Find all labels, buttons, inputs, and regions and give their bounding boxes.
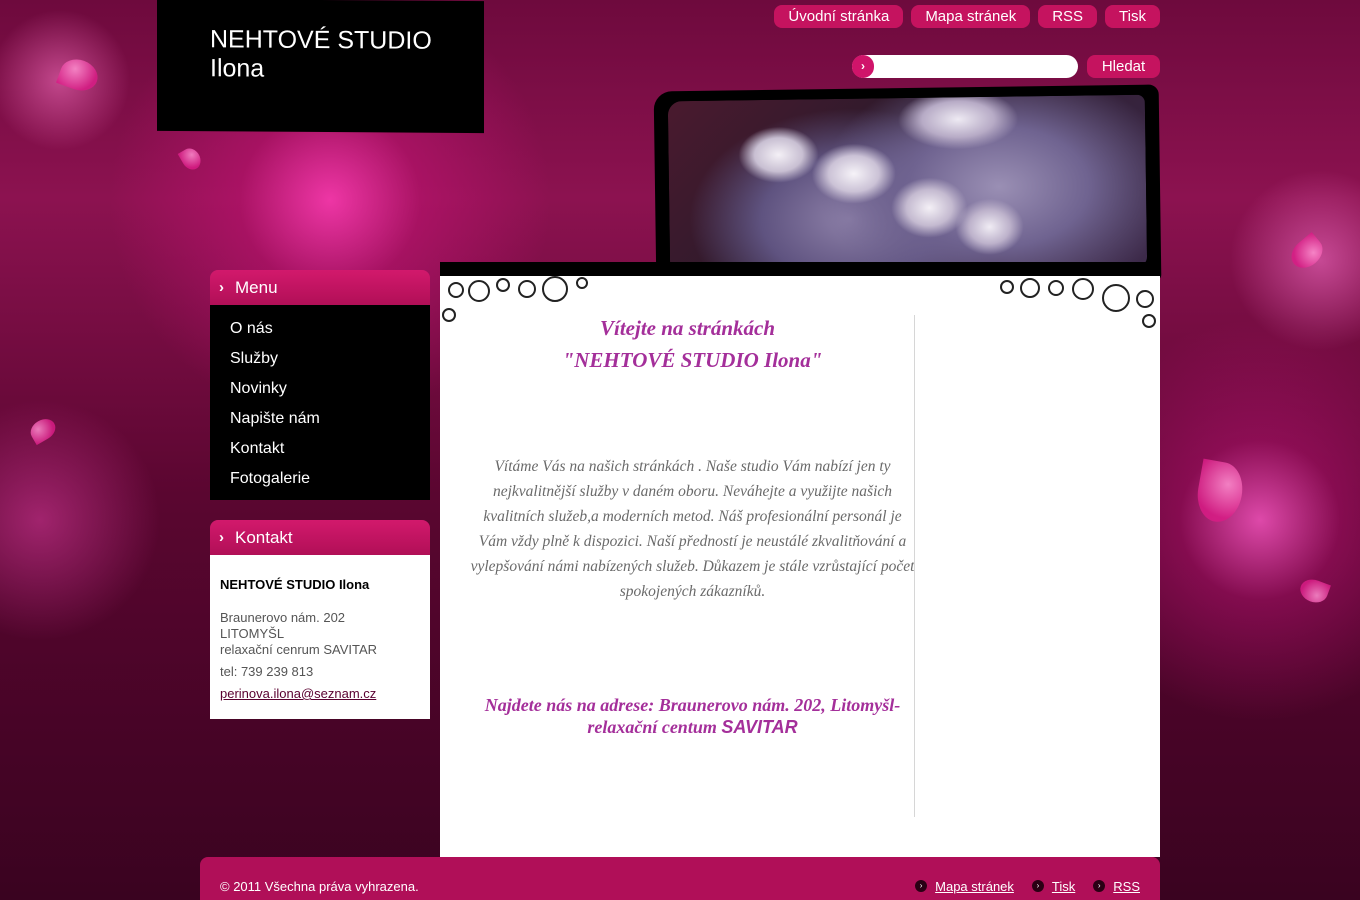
header-photo-frame <box>653 84 1162 288</box>
contact-email-link[interactable]: perinova.ilona@seznam.cz <box>220 686 376 701</box>
address-text: Najdete nás na adrese: Braunerovo nám. 2… <box>484 695 901 737</box>
menu-item-news[interactable]: Novinky <box>210 374 430 404</box>
contact-name: NEHTOVÉ STUDIO Ilona <box>220 577 370 592</box>
contact-phone: tel: 739 239 813 <box>220 664 314 679</box>
column-divider <box>914 315 915 817</box>
swirl-decoration <box>1136 290 1154 308</box>
site-title-line2: Ilona <box>210 54 265 83</box>
topnav-home[interactable]: Úvodní stránka <box>774 5 904 28</box>
welcome-line1: Vítejte na stránkách <box>599 316 776 340</box>
swirl-decoration <box>1142 314 1156 328</box>
petal-decoration <box>56 54 102 96</box>
welcome-heading: Vítejte na stránkách "NEHTOVÉ STUDIO Ilo… <box>470 312 915 376</box>
menu-item-contact[interactable]: Kontakt <box>210 434 430 464</box>
site-logo[interactable]: NEHTOVÉ STUDIO Ilona <box>157 0 484 134</box>
menu-item-services[interactable]: Služby <box>210 344 430 374</box>
contact-header: › Kontakt <box>210 520 430 555</box>
swirl-decoration <box>542 276 568 302</box>
contact-title: Kontakt <box>235 528 293 547</box>
contact-box: › Kontakt NEHTOVÉ STUDIO Ilona Braunerov… <box>210 520 430 719</box>
bullet-arrow-icon: › <box>915 880 928 892</box>
contact-body: NEHTOVÉ STUDIO Ilona Braunerovo nám. 202… <box>210 555 430 719</box>
footer-link-label: Tisk <box>1051 879 1076 894</box>
address-paragraph: Najdete nás na adrese: Braunerovo nám. 2… <box>470 694 915 738</box>
menu-header: › Menu <box>210 270 430 305</box>
footer-links: › Mapa stránek › Tisk › RSS <box>915 879 1140 894</box>
footer-link-print[interactable]: › Tisk <box>1031 879 1076 894</box>
petal-decoration <box>1193 458 1247 526</box>
menu-list: O nás Služby Novinky Napište nám Kontakt… <box>210 305 430 500</box>
header-photo-nails <box>667 94 1148 274</box>
swirl-decoration <box>1000 280 1014 294</box>
top-navigation: Úvodní stránka Mapa stránek RSS Tisk <box>774 5 1160 28</box>
search-input[interactable] <box>852 55 1078 78</box>
search-button[interactable]: Hledat <box>1087 55 1160 78</box>
footer-link-label: RSS <box>1113 879 1140 894</box>
main-content: Vítejte na stránkách "NEHTOVÉ STUDIO Ilo… <box>440 262 1160 857</box>
intro-paragraph: Vítáme Vás na našich stránkách . Naše st… <box>470 458 915 600</box>
swirl-decoration <box>518 280 536 298</box>
petal-decoration <box>26 414 60 446</box>
swirl-decoration <box>1102 284 1130 312</box>
menu-box: › Menu O nás Služby Novinky Napište nám … <box>210 270 430 500</box>
contact-address-center: relaxační cenrum SAVITAR <box>220 642 378 657</box>
topnav-print[interactable]: Tisk <box>1105 5 1160 28</box>
footer-link-rss[interactable]: › RSS <box>1093 879 1140 894</box>
swirl-decoration <box>496 278 510 292</box>
menu-title: Menu <box>235 278 278 297</box>
topnav-rss[interactable]: RSS <box>1038 5 1098 28</box>
swirl-decoration <box>468 280 490 302</box>
menu-item-gallery[interactable]: Fotogalerie <box>210 464 430 494</box>
page-wrapper: NEHTOVÉ STUDIO Ilona Úvodní stránka Mapa… <box>157 0 1162 900</box>
swirl-decoration <box>1020 278 1040 298</box>
footer-link-sitemap[interactable]: › Mapa stránek <box>915 879 1014 894</box>
footer: © 2011 Všechna práva vyhrazena. › Mapa st… <box>200 857 1160 900</box>
swirl-decoration <box>576 277 588 289</box>
chevron-right-icon: › <box>219 279 224 296</box>
footer-link-label: Mapa stránek <box>935 879 1014 894</box>
menu-item-write-us[interactable]: Napište nám <box>210 404 430 434</box>
chevron-right-icon: › <box>219 529 224 546</box>
bullet-arrow-icon: › <box>1093 880 1106 892</box>
petal-decoration <box>1285 232 1329 274</box>
menu-item-about[interactable]: O nás <box>210 314 430 344</box>
topnav-sitemap[interactable]: Mapa stránek <box>911 5 1031 28</box>
copyright: © 2011 Všechna práva vyhrazena. <box>220 879 419 894</box>
site-title-line1: NEHTOVÉ STUDIO <box>210 25 432 55</box>
address-center-name: SAVITAR <box>721 717 798 737</box>
swirl-decoration <box>448 282 464 298</box>
swirl-decoration <box>1072 278 1094 300</box>
contact-address-city: LITOMYŠL <box>220 626 285 641</box>
petal-decoration <box>1297 575 1331 607</box>
article-column: Vítejte na stránkách "NEHTOVÉ STUDIO Ilo… <box>470 314 915 738</box>
search-bar: › Hledat <box>852 55 1160 78</box>
bullet-arrow-icon: › <box>1031 880 1044 892</box>
swirl-decoration <box>442 308 456 322</box>
swirl-decoration <box>1048 280 1064 296</box>
welcome-line2: "NEHTOVÉ STUDIO Ilona" <box>562 348 823 372</box>
sidebar: › Menu O nás Služby Novinky Napište nám … <box>210 270 430 719</box>
contact-address-street: Braunerovo nám. 202 <box>220 610 346 625</box>
search-arrow-icon: › <box>852 55 874 78</box>
